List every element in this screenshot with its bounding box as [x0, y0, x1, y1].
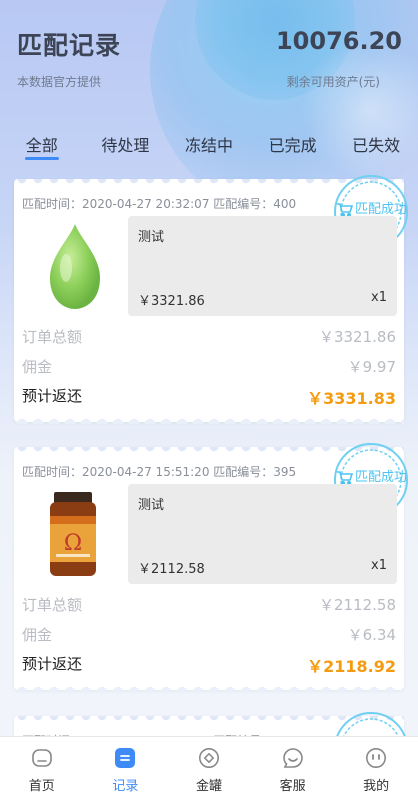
stamp-text: 匹配成功	[355, 202, 407, 217]
page-title: 匹配记录	[17, 31, 122, 60]
nav-record[interactable]: 记录	[84, 737, 168, 796]
product-quantity: x1	[371, 290, 387, 305]
expected-return-label: 预计返还	[22, 387, 83, 405]
product-name: 测试	[138, 230, 165, 245]
order-total-value: ￥2112.58	[318, 596, 396, 614]
tab-expired[interactable]: 已失效	[334, 128, 418, 164]
tab-pending[interactable]: 待处理	[84, 128, 168, 164]
order-total-row: 订单总额 ￥2112.58	[22, 594, 396, 616]
product-item[interactable]: 测试 ￥3321.86 x1	[20, 216, 397, 316]
tab-frozen[interactable]: 冻结中	[167, 128, 251, 164]
cart-icon	[337, 203, 354, 218]
svg-text:Ω: Ω	[64, 531, 82, 556]
product-price: ￥3321.86	[138, 294, 205, 309]
product-image: Ω	[20, 484, 126, 584]
tab-completed[interactable]: 已完成	[251, 128, 335, 164]
page-subtitle: 本数据官方提供	[17, 75, 102, 89]
nav-profile[interactable]: 我的	[334, 737, 418, 796]
available-assets-label: 剩余可用资产(元)	[286, 75, 380, 89]
record-icon	[115, 748, 136, 768]
status-tabs: 全部 待处理 冻结中 已完成 已失效	[0, 128, 418, 164]
expected-return-row: 预计返还 ￥2118.92	[22, 653, 396, 676]
order-total-label: 订单总额	[22, 596, 83, 614]
commission-value: ￥6.34	[347, 626, 396, 644]
product-image	[20, 216, 126, 316]
record-meta: 匹配时间：2020-04-27 20:32:07 匹配编号：400	[22, 197, 297, 211]
available-assets-value: 10076.20	[275, 27, 402, 55]
nav-label: 首页	[28, 779, 55, 794]
expected-return-row: 预计返还 ￥3331.83	[22, 385, 396, 408]
nav-label: 记录	[112, 779, 139, 794]
nav-service[interactable]: 客服	[251, 737, 335, 796]
record-meta: 匹配时间：2020-04-27 15:51:20 匹配编号：395	[22, 465, 297, 479]
cart-icon	[337, 471, 354, 486]
bottom-navigation: 首页 记录 金罐 客服 我的	[0, 736, 418, 796]
expected-return-value: ￥2118.92	[307, 657, 396, 676]
order-total-value: ￥3321.86	[318, 328, 396, 346]
product-info: 测试 ￥3321.86 x1	[128, 216, 397, 316]
order-total-label: 订单总额	[22, 328, 83, 346]
jar-icon	[198, 748, 219, 768]
service-icon	[282, 748, 303, 768]
product-quantity: x1	[371, 558, 387, 573]
commission-row: 佣金 ￥6.34	[22, 624, 396, 646]
record-card[interactable]: 匹配时间：2020-04-27 15:51:20 匹配编号：395 匹配成功 Ω	[14, 443, 408, 692]
record-card[interactable]: 匹配时间：2020-04-27 20:32:07 匹配编号：400 匹配成功 测…	[14, 175, 408, 424]
nav-jar[interactable]: 金罐	[167, 737, 251, 796]
commission-value: ￥9.97	[347, 358, 396, 376]
nav-label: 金罐	[195, 779, 222, 794]
product-price: ￥2112.58	[138, 562, 205, 577]
product-name: 测试	[138, 498, 165, 513]
nav-home[interactable]: 首页	[0, 737, 84, 796]
home-icon	[31, 749, 52, 767]
expected-return-value: ￥3331.83	[307, 389, 396, 408]
product-item[interactable]: Ω 测试 ￥2112.58 x1	[20, 484, 397, 584]
stamp-text: 匹配成功	[355, 470, 407, 485]
card-scallop-edge	[14, 416, 404, 424]
commission-label: 佣金	[22, 626, 53, 644]
commission-row: 佣金 ￥9.97	[22, 356, 396, 378]
profile-icon	[366, 748, 387, 768]
nav-label: 我的	[363, 779, 390, 794]
commission-label: 佣金	[22, 358, 53, 376]
expected-return-label: 预计返还	[22, 655, 83, 673]
card-scallop-edge	[14, 684, 404, 692]
nav-label: 客服	[279, 779, 306, 794]
product-info: 测试 ￥2112.58 x1	[128, 484, 397, 584]
order-total-row: 订单总额 ￥3321.86	[22, 326, 396, 348]
tab-all[interactable]: 全部	[0, 128, 84, 164]
